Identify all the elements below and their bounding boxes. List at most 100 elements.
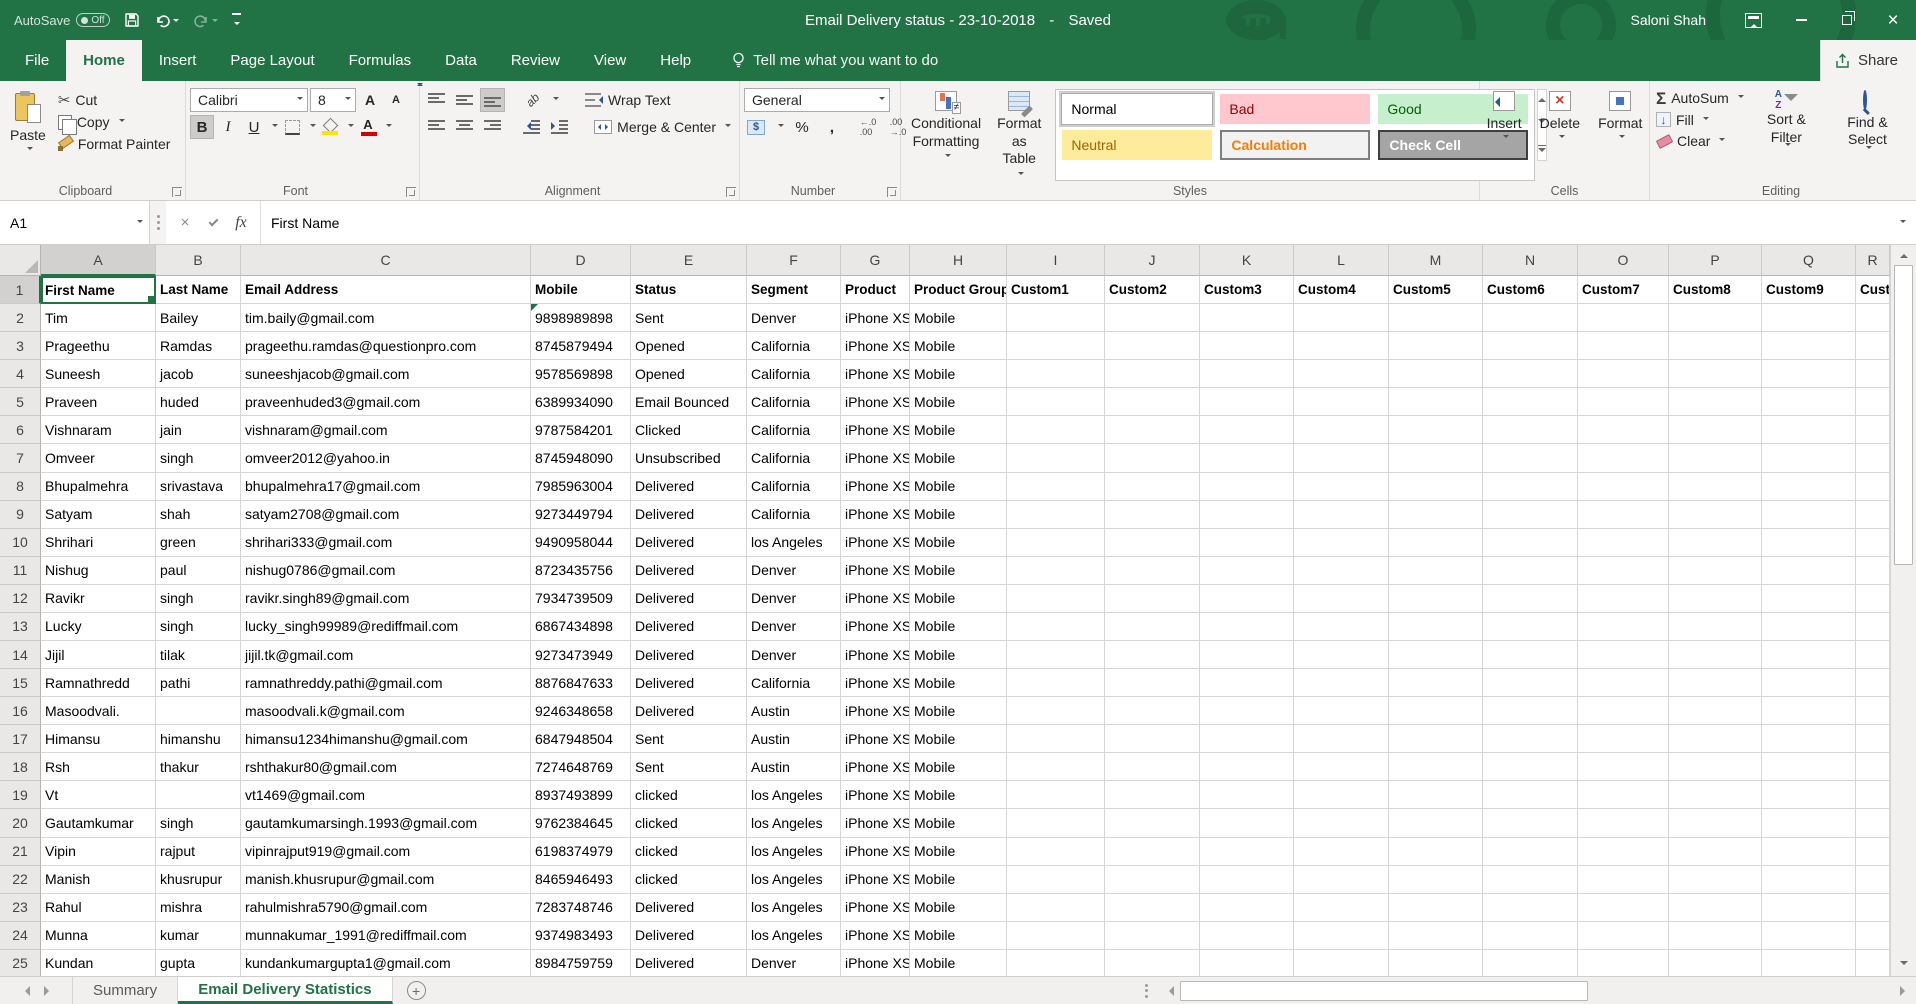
cell-M5[interactable] — [1389, 388, 1483, 416]
cell-A15[interactable]: Ramnathredd — [41, 669, 156, 697]
cell-O12[interactable] — [1578, 585, 1669, 613]
cell-H3[interactable]: Mobile — [910, 332, 1007, 360]
cell-Q7[interactable] — [1762, 444, 1856, 472]
cell-D6[interactable]: 9787584201 — [531, 416, 631, 444]
row-header-1[interactable]: 1 — [0, 276, 41, 304]
cell-O16[interactable] — [1578, 697, 1669, 725]
cell-E11[interactable]: Delivered — [631, 557, 747, 585]
cell-C11[interactable]: nishug0786@gmail.com — [241, 557, 531, 585]
cell-E19[interactable]: clicked — [631, 781, 747, 809]
cell-R11[interactable] — [1856, 557, 1890, 585]
cell-F15[interactable]: California — [747, 669, 841, 697]
vertical-scroll-thumb[interactable] — [1894, 265, 1913, 565]
cell-I6[interactable] — [1007, 416, 1105, 444]
cell-Q21[interactable] — [1762, 838, 1856, 866]
cell-D14[interactable]: 9273473949 — [531, 641, 631, 669]
sheet-tab-email-delivery-statistics[interactable]: Email Delivery Statistics — [178, 977, 392, 1004]
cell-C2[interactable]: tim.baily@gmail.com — [241, 304, 531, 332]
cancel-entry-button[interactable]: × — [172, 210, 198, 236]
cell-D17[interactable]: 6847948504 — [531, 725, 631, 753]
row-header-6[interactable]: 6 — [0, 416, 41, 444]
cell-G24[interactable]: iPhone XS — [841, 922, 910, 950]
cell-A13[interactable]: Lucky — [41, 613, 156, 641]
cell-E9[interactable]: Delivered — [631, 501, 747, 529]
row-header-23[interactable]: 23 — [0, 894, 41, 922]
cell-G6[interactable]: iPhone XS — [841, 416, 910, 444]
cell-C14[interactable]: jijil.tk@gmail.com — [241, 641, 531, 669]
cell-O4[interactable] — [1578, 360, 1669, 388]
cell-N19[interactable] — [1483, 781, 1578, 809]
cell-H25[interactable]: Mobile — [910, 950, 1007, 978]
cell-R12[interactable] — [1856, 585, 1890, 613]
cell-D10[interactable]: 9490958044 — [531, 529, 631, 557]
cell-A2[interactable]: Tim — [41, 304, 156, 332]
bold-button[interactable]: B — [190, 115, 214, 139]
cell-P13[interactable] — [1669, 613, 1762, 641]
cell-M7[interactable] — [1389, 444, 1483, 472]
cell-H12[interactable]: Mobile — [910, 585, 1007, 613]
cell-N21[interactable] — [1483, 838, 1578, 866]
delete-cells-button[interactable]: Delete — [1532, 85, 1588, 181]
cell-L12[interactable] — [1294, 585, 1389, 613]
column-header-I[interactable]: I — [1007, 245, 1105, 276]
cell-R19[interactable] — [1856, 781, 1890, 809]
cell-E20[interactable]: clicked — [631, 809, 747, 837]
cell-N14[interactable] — [1483, 641, 1578, 669]
cell-I15[interactable] — [1007, 669, 1105, 697]
cell-L7[interactable] — [1294, 444, 1389, 472]
cell-B2[interactable]: Bailey — [156, 304, 241, 332]
cell-M25[interactable] — [1389, 950, 1483, 978]
cell-O3[interactable] — [1578, 332, 1669, 360]
cell-Q23[interactable] — [1762, 894, 1856, 922]
cell-K14[interactable] — [1200, 641, 1294, 669]
cell-I10[interactable] — [1007, 529, 1105, 557]
cell-F23[interactable]: los Angeles — [747, 894, 841, 922]
cell-P9[interactable] — [1669, 501, 1762, 529]
cell-R1[interactable]: Custom10 — [1856, 276, 1890, 304]
cell-R4[interactable] — [1856, 360, 1890, 388]
cell-I1[interactable]: Custom1 — [1007, 276, 1105, 304]
cell-F24[interactable]: los Angeles — [747, 922, 841, 950]
cell-K12[interactable] — [1200, 585, 1294, 613]
cell-B13[interactable]: singh — [156, 613, 241, 641]
cell-H1[interactable]: Product Group — [910, 276, 1007, 304]
cell-D11[interactable]: 8723435756 — [531, 557, 631, 585]
row-header-9[interactable]: 9 — [0, 501, 41, 529]
cell-B25[interactable]: gupta — [156, 950, 241, 978]
cell-J10[interactable] — [1105, 529, 1200, 557]
cell-L10[interactable] — [1294, 529, 1389, 557]
increase-indent-button[interactable] — [547, 115, 571, 139]
cell-E22[interactable]: clicked — [631, 866, 747, 894]
cell-C12[interactable]: ravikr.singh89@gmail.com — [241, 585, 531, 613]
cell-Q20[interactable] — [1762, 809, 1856, 837]
cell-I20[interactable] — [1007, 809, 1105, 837]
format-as-table-button[interactable]: Format as Table — [989, 85, 1049, 181]
cell-G16[interactable]: iPhone XS — [841, 697, 910, 725]
column-header-D[interactable]: D — [531, 245, 631, 276]
cell-A8[interactable]: Bhupalmehra — [41, 473, 156, 501]
italic-button[interactable]: I — [216, 115, 240, 139]
cell-L23[interactable] — [1294, 894, 1389, 922]
cell-C13[interactable]: lucky_singh99989@rediffmail.com — [241, 613, 531, 641]
ribbon-display-options-button[interactable] — [1732, 0, 1778, 40]
font-family-select[interactable]: Calibri — [190, 88, 308, 112]
formula-input[interactable]: First Name — [261, 201, 1886, 244]
cell-Q15[interactable] — [1762, 669, 1856, 697]
cell-P16[interactable] — [1669, 697, 1762, 725]
cell-I11[interactable] — [1007, 557, 1105, 585]
cell-G19[interactable]: iPhone XS — [841, 781, 910, 809]
cell-B17[interactable]: himanshu — [156, 725, 241, 753]
cell-D19[interactable]: 8937493899 — [531, 781, 631, 809]
cell-E13[interactable]: Delivered — [631, 613, 747, 641]
cell-B24[interactable]: kumar — [156, 922, 241, 950]
cell-G7[interactable]: iPhone XS — [841, 444, 910, 472]
cell-H18[interactable]: Mobile — [910, 753, 1007, 781]
row-header-18[interactable]: 18 — [0, 753, 41, 781]
cell-E10[interactable]: Delivered — [631, 529, 747, 557]
column-header-P[interactable]: P — [1669, 245, 1762, 276]
cell-R25[interactable] — [1856, 950, 1890, 978]
cell-C16[interactable]: masoodvali.k@gmail.com — [241, 697, 531, 725]
cell-D4[interactable]: 9578569898 — [531, 360, 631, 388]
cell-A3[interactable]: Prageethu — [41, 332, 156, 360]
cell-N6[interactable] — [1483, 416, 1578, 444]
